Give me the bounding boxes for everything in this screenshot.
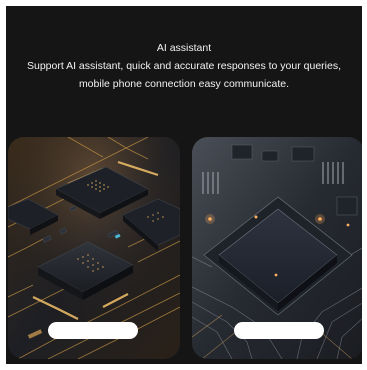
caption-pill [234,322,324,339]
feature-panel: AI assistant Support AI assistant, quick… [6,6,362,364]
feature-title: AI assistant [156,42,212,54]
page: AI assistant Support AI assistant, quick… [0,0,367,370]
processor-chip-image [192,137,362,359]
chip-board-gold-image [8,137,180,359]
feature-description: Support AI assistant, quick and accurate… [26,60,341,90]
caption-pill [48,322,138,339]
